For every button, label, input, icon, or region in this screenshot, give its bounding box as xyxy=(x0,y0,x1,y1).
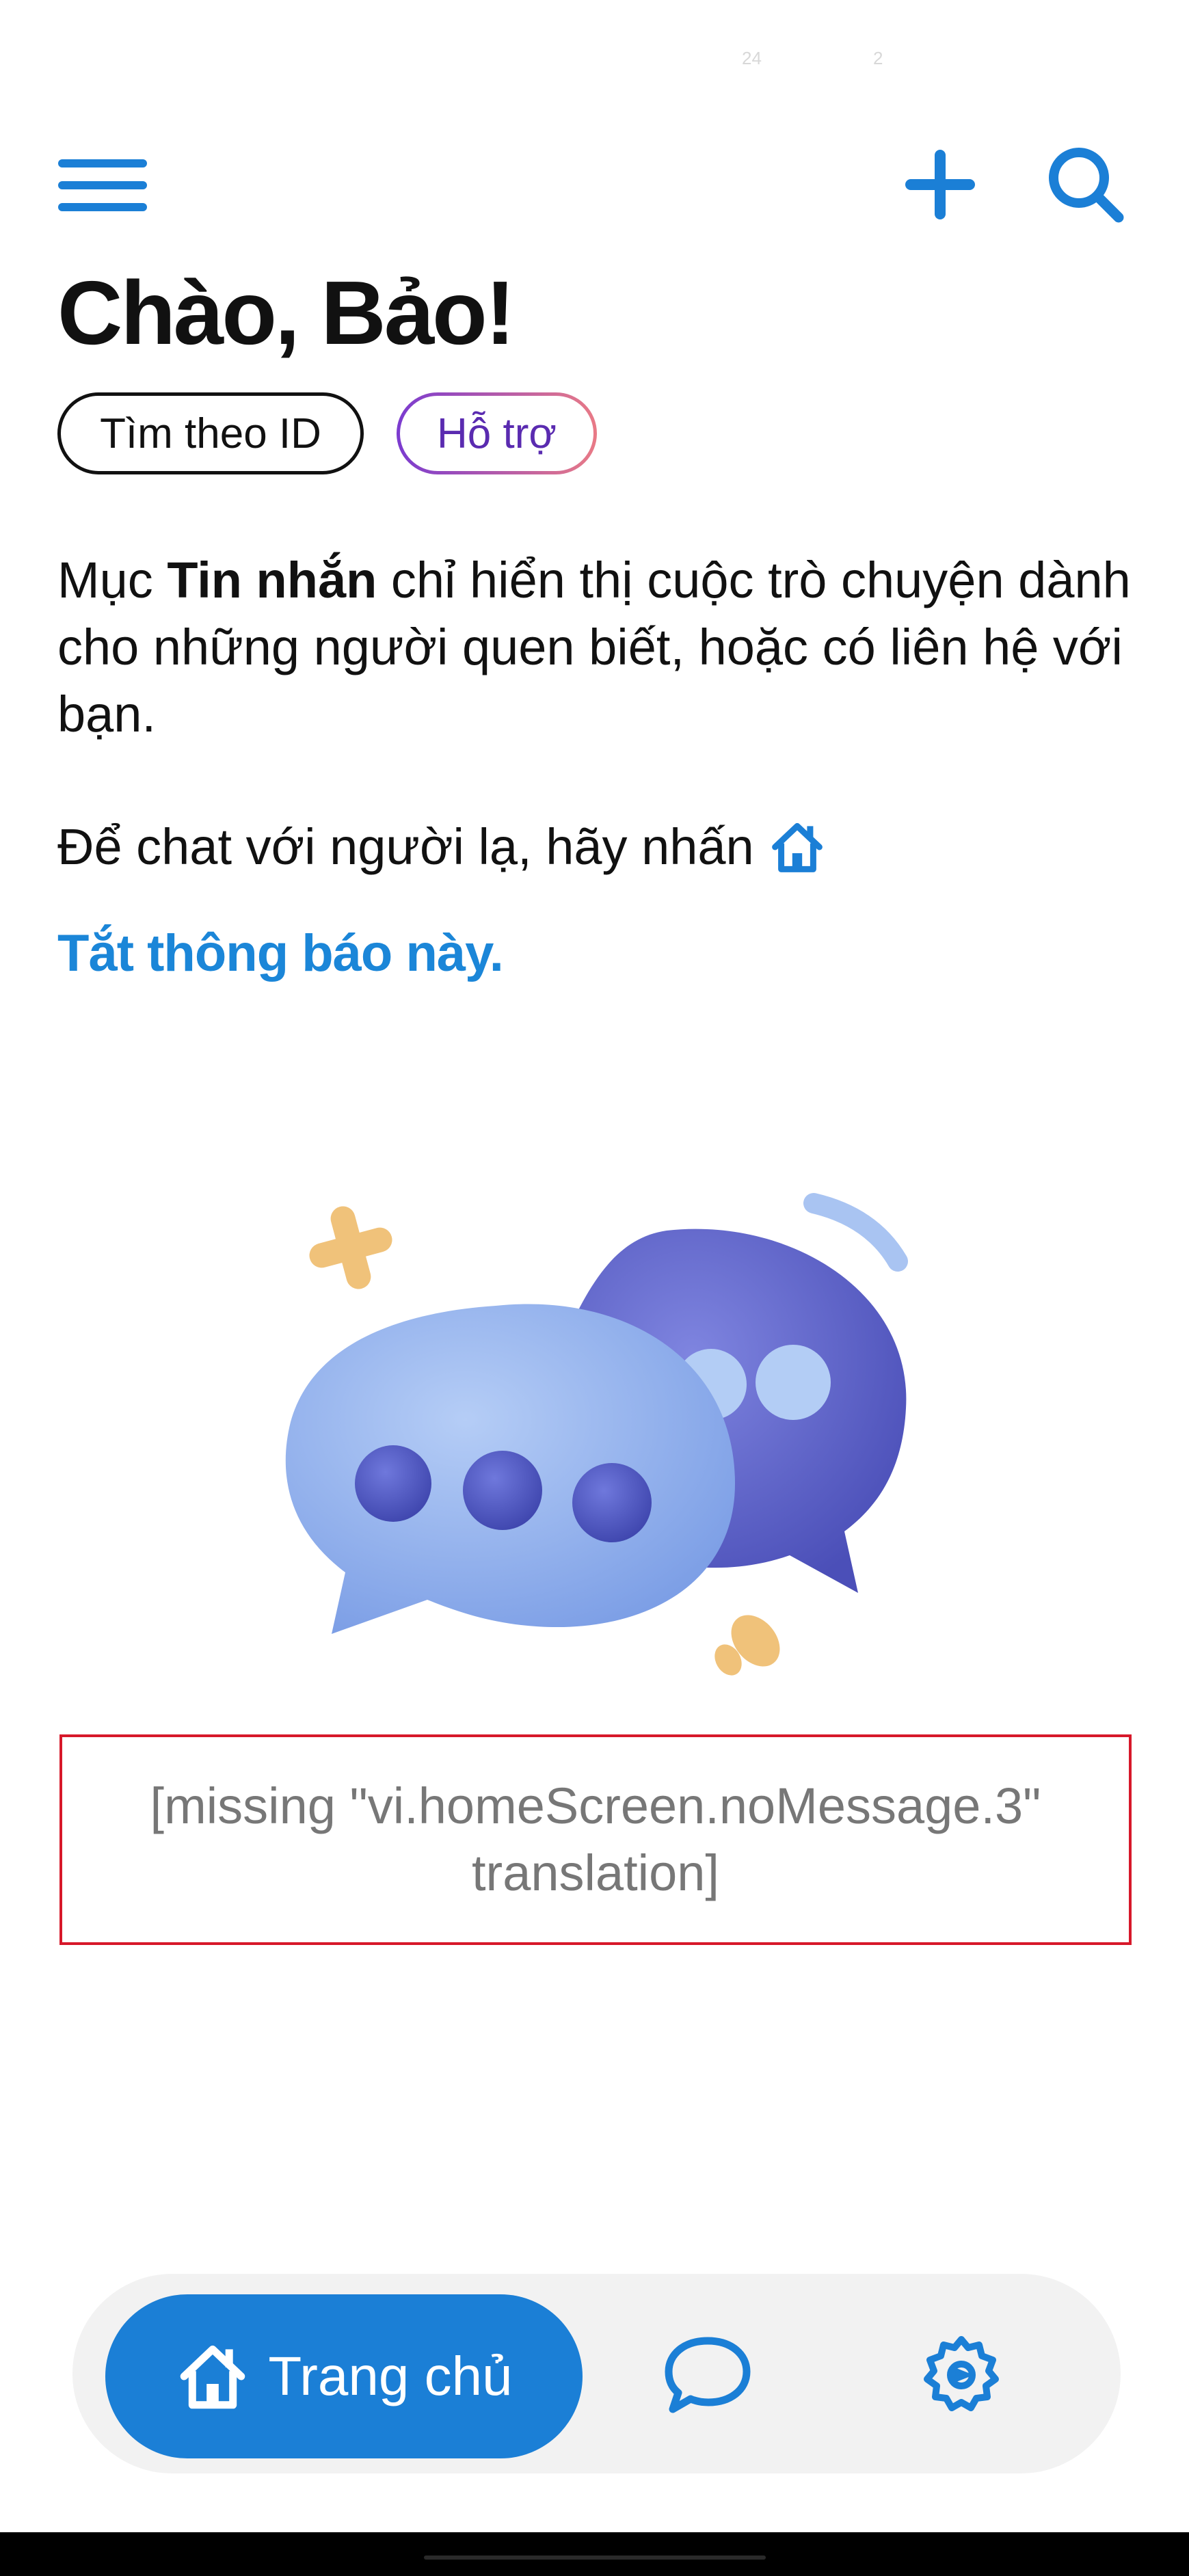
hamburger-menu-icon xyxy=(58,159,147,211)
dismiss-notice-link[interactable]: Tắt thông báo này. xyxy=(57,920,504,988)
greeting-title: Chào, Bảo! xyxy=(57,263,516,363)
nav-home-tab[interactable]: Trang chủ xyxy=(105,2294,583,2458)
missing-translation-box: [missing "vi.homeScreen.noMessage.3" tra… xyxy=(59,1734,1132,1945)
nav-settings-tab[interactable] xyxy=(920,2334,1002,2416)
chat-bubbles-illustration xyxy=(270,1190,926,1709)
stranger-hint-text: Để chat với người lạ, hãy nhấn xyxy=(57,818,754,875)
nav-messages-tab[interactable] xyxy=(663,2334,752,2416)
status-item-left: 24 xyxy=(742,48,762,68)
home-icon xyxy=(771,822,823,872)
chat-bubble-icon xyxy=(665,2337,751,2413)
notice-prefix: Mục xyxy=(57,552,168,608)
support-label: Hỗ trợ xyxy=(436,410,557,457)
add-button[interactable] xyxy=(903,147,978,222)
find-by-id-chip[interactable]: Tìm theo ID xyxy=(57,392,364,474)
plus-icon xyxy=(905,150,975,219)
find-by-id-label: Tìm theo ID xyxy=(100,410,321,457)
nav-home-label: Trang chủ xyxy=(268,2346,513,2406)
bottom-navigation: Trang chủ xyxy=(72,2274,1121,2473)
stranger-chat-hint: Để chat với người lạ, hãy nhấn xyxy=(57,814,828,881)
search-button[interactable] xyxy=(1046,145,1125,224)
home-icon xyxy=(181,2345,245,2409)
status-bar: 24 2 xyxy=(0,0,1189,116)
chat-bubbles-icon xyxy=(285,1193,908,1676)
missing-translation-text: [missing "vi.homeScreen.noMessage.3" tra… xyxy=(150,1777,1041,1901)
search-icon xyxy=(1049,148,1124,223)
status-item-right: 2 xyxy=(873,48,883,68)
menu-button[interactable] xyxy=(55,154,150,215)
support-chip[interactable]: Hỗ trợ xyxy=(397,392,597,474)
home-indicator[interactable] xyxy=(424,2555,766,2560)
system-navigation-bar xyxy=(0,2532,1189,2576)
notice-bold: Tin nhắn xyxy=(167,552,377,608)
messages-notice: Mục Tin nhắn chỉ hiển thị cuộc trò chuyệ… xyxy=(57,547,1138,748)
home-screen: 24 2 Chào, Bảo! Tìm theo ID Hỗ trợ Mục T… xyxy=(0,0,1189,2576)
settings-icon xyxy=(924,2336,999,2411)
